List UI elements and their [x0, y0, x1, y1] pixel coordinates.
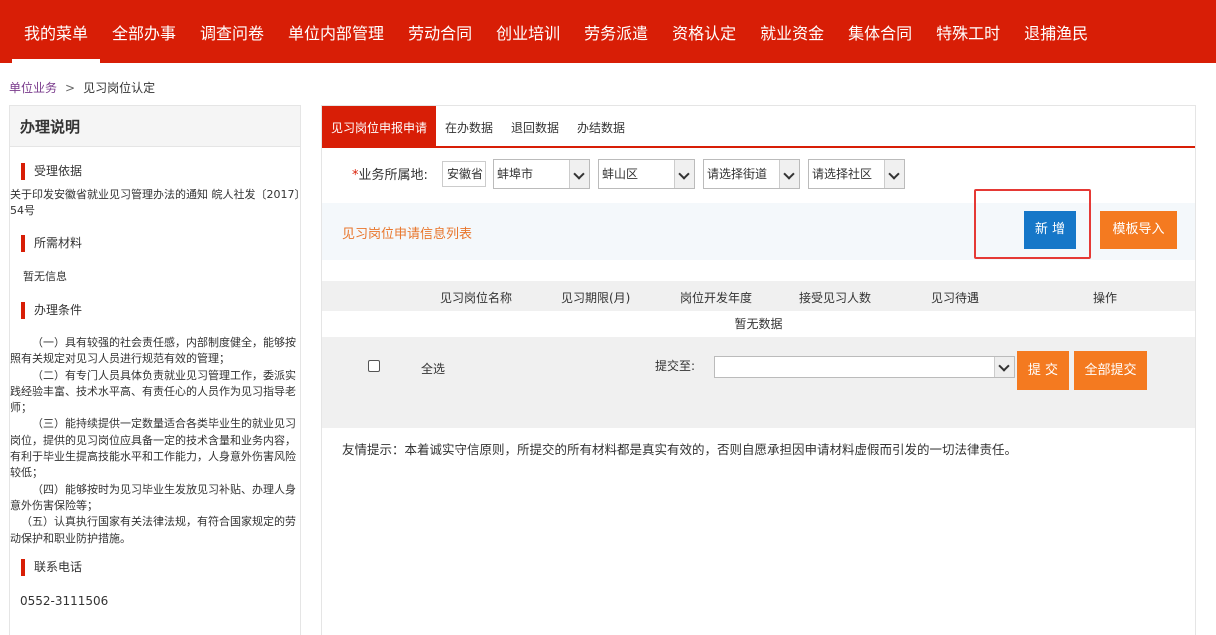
nav-item[interactable]: 劳动合同: [396, 0, 484, 63]
submit-row: 全选 提交至: 提 交 全部提交: [322, 337, 1195, 428]
chevron-down-icon: [994, 357, 1014, 377]
add-button[interactable]: 新 增: [1024, 211, 1076, 249]
nav-item[interactable]: 单位内部管理: [276, 0, 396, 63]
basis-heading: 受理依据: [21, 163, 82, 180]
select-all-checkbox[interactable]: [368, 360, 380, 372]
select-all-label: 全选: [421, 362, 446, 376]
nav-item[interactable]: 调查问卷: [188, 0, 276, 63]
breadcrumb-current: 见习岗位认定: [83, 81, 156, 95]
region-label: *业务所属地:: [352, 164, 428, 183]
tab-bar: 见习岗位申报申请 在办数据 退回数据 办结数据: [322, 106, 1195, 148]
condition-item: （五）认真执行国家有关法律法规，有符合国家规定的劳动保护和职业防护措施。: [10, 515, 296, 545]
tab-returned[interactable]: 退回数据: [502, 106, 568, 146]
submit-to-select[interactable]: [714, 356, 1015, 378]
table-header: 见习岗位名称 见习期限(月) 岗位开发年度 接受见习人数 见习待遇 操作: [322, 281, 1195, 311]
condition-item: （二）有专门人员具体负责就业见习管理工作，委派实践经验丰富、技术水平高、有责任心…: [10, 368, 296, 415]
submit-to-label: 提交至:: [655, 359, 696, 373]
condition-item: （三）能持续提供一定数量适合各类毕业生的就业见习岗位，提供的见习岗位应具备一定的…: [10, 417, 296, 480]
district-select[interactable]: 蚌山区: [598, 159, 695, 189]
column-header: 岗位开发年度: [680, 291, 753, 305]
nav-item[interactable]: 创业培训: [484, 0, 572, 63]
condition-item: （四）能够按时为见习毕业生发放见习补贴、办理人身意外伤害保险等；: [10, 482, 296, 512]
condition-item: （一）具有较强的社会责任感，内部制度健全，能够按照有关规定对见习人员进行规范有效…: [10, 336, 296, 366]
column-header: 接受见习人数: [799, 291, 872, 305]
nav-item[interactable]: 特殊工时: [924, 0, 1012, 63]
conditions-list: （一）具有较强的社会责任感，内部制度健全，能够按照有关规定对见习人员进行规范有效…: [10, 335, 298, 547]
column-header: 见习待遇: [931, 291, 980, 305]
community-select[interactable]: 请选择社区: [808, 159, 905, 189]
instructions-panel: 办理说明 受理依据 关于印发安徽省就业见习管理办法的通知 皖人社发〔2017〕5…: [9, 105, 301, 635]
column-header: 操作: [1093, 291, 1118, 305]
conditions-heading: 办理条件: [21, 302, 82, 319]
nav-item[interactable]: 集体合同: [836, 0, 924, 63]
basis-text: 关于印发安徽省就业见习管理办法的通知 皖人社发〔2017〕54号: [10, 188, 300, 218]
nav-list: 我的菜单 全部办事 调查问卷 单位内部管理 劳动合同 创业培训 劳务派遣 资格认定 就业资金 集体…: [0, 0, 1216, 63]
street-value: 请选择街道: [707, 167, 768, 181]
instructions-title: 办理说明: [10, 106, 300, 147]
list-title: 见习岗位申请信息列表: [342, 227, 473, 242]
city-value: 蚌埠市: [497, 167, 534, 181]
column-header: 见习期限(月): [561, 291, 631, 305]
empty-state: 暂无数据: [734, 317, 783, 331]
phone-heading: 联系电话: [21, 559, 82, 576]
top-navigation: 我的菜单 全部办事 调查问卷 单位内部管理 劳动合同 创业培训 劳务派遣 资格认定 就业资金 集体…: [0, 0, 1216, 63]
region-label-text: 业务所属地:: [358, 168, 428, 183]
breadcrumb-separator: >: [65, 81, 76, 95]
nav-item[interactable]: 劳务派遣: [572, 0, 660, 63]
tab-in-progress[interactable]: 在办数据: [436, 106, 502, 146]
chevron-down-icon: [884, 160, 904, 188]
submit-button[interactable]: 提 交: [1017, 351, 1069, 390]
tab-completed[interactable]: 办结数据: [568, 106, 634, 146]
region-row: *业务所属地: 安徽省 蚌埠市 蚌山区 请选择街道 请选择社区: [322, 158, 1195, 189]
materials-text: 暂无信息: [23, 270, 67, 283]
main-panel: 见习岗位申报申请 在办数据 退回数据 办结数据 *业务所属地: 安徽省 蚌埠市 …: [321, 105, 1196, 635]
tab-apply[interactable]: 见习岗位申报申请: [322, 106, 437, 146]
nav-item[interactable]: 全部办事: [100, 0, 188, 63]
district-value: 蚌山区: [602, 167, 639, 181]
materials-heading: 所需材料: [21, 235, 82, 252]
street-select[interactable]: 请选择街道: [703, 159, 800, 189]
import-template-button[interactable]: 模板导入: [1100, 211, 1177, 249]
nav-item[interactable]: 我的菜单: [12, 0, 101, 63]
submit-all-button[interactable]: 全部提交: [1074, 351, 1147, 390]
column-header: 见习岗位名称: [440, 291, 513, 305]
nav-item[interactable]: 退捕渔民: [1012, 0, 1100, 63]
list-header: 见习岗位申请信息列表 新 增 模板导入: [322, 189, 1195, 260]
breadcrumb-parent[interactable]: 单位业务: [9, 81, 57, 95]
chevron-down-icon: [779, 160, 799, 188]
breadcrumb: 单位业务 > 见习岗位认定: [9, 79, 155, 96]
province-field: 安徽省: [442, 161, 486, 187]
community-value: 请选择社区: [812, 167, 873, 181]
phone-number: 0552-3111506: [20, 594, 109, 608]
honesty-tip: 友情提示：本着诚实守信原则，所提交的所有材料都是真实有效的，否则自愿承担因申请材…: [342, 442, 1018, 457]
nav-item[interactable]: 资格认定: [660, 0, 748, 63]
city-select[interactable]: 蚌埠市: [493, 159, 590, 189]
nav-item[interactable]: 就业资金: [748, 0, 836, 63]
chevron-down-icon: [569, 160, 589, 188]
chevron-down-icon: [674, 160, 694, 188]
